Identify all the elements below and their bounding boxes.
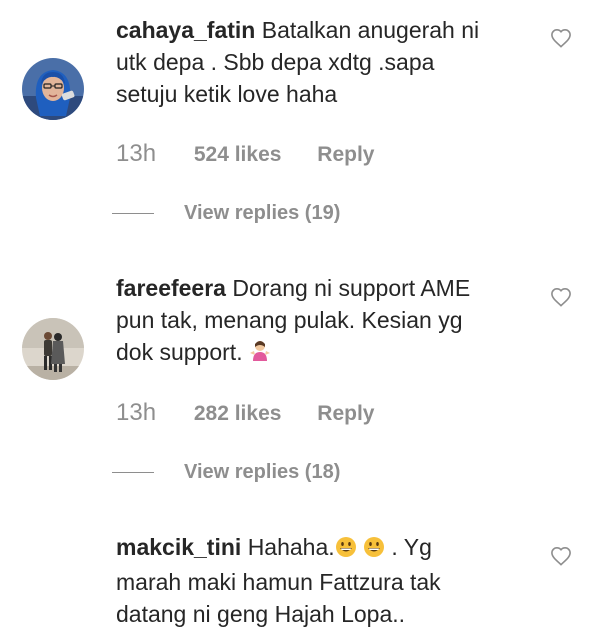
likes-count-button[interactable]: 282 likes <box>194 402 282 426</box>
comment-time: 13h <box>116 140 157 167</box>
avatar-hijab-woman-icon <box>22 58 84 120</box>
view-replies-button[interactable]: View replies (19) <box>112 202 340 225</box>
divider-line <box>112 213 154 215</box>
view-replies-label: View replies (19) <box>184 202 341 224</box>
heart-outline-icon[interactable] <box>550 287 572 307</box>
comment-body-start: Hahaha. <box>247 534 335 560</box>
person-shrugging-emoji-icon <box>249 339 271 371</box>
grinning-face-emoji-icon <box>335 534 357 566</box>
comment-text: fareefeera Dorang ni support AME pun tak… <box>116 272 536 371</box>
view-replies-button[interactable]: View replies (18) <box>112 461 340 484</box>
grinning-face-emoji-icon <box>363 534 385 566</box>
comment-text: makcik_tini Hahaha. . Yg marah maki hamu… <box>116 531 536 630</box>
avatar[interactable] <box>22 58 84 120</box>
comment-username[interactable]: cahaya_fatin <box>116 17 255 43</box>
reply-button[interactable]: Reply <box>317 402 374 426</box>
comment-meta: 13h 524 likes Reply <box>116 140 374 168</box>
reply-button[interactable]: Reply <box>317 143 374 167</box>
comment-text: cahaya_fatin Batalkan anugerah ni utk de… <box>116 14 536 110</box>
avatar-couple-icon <box>22 318 84 380</box>
divider-line <box>112 472 154 474</box>
avatar[interactable] <box>22 318 84 380</box>
heart-outline-icon[interactable] <box>550 546 572 566</box>
comment-meta: 13h 282 likes Reply <box>116 399 374 427</box>
likes-count-button[interactable]: 524 likes <box>194 143 282 167</box>
view-replies-label: View replies (18) <box>184 461 341 483</box>
comment-body-rest: marah maki hamun Fattzura tak datang ni … <box>116 569 441 627</box>
comment-body-line1-end: . Yg <box>385 534 432 560</box>
heart-outline-icon[interactable] <box>550 28 572 48</box>
comment-username[interactable]: makcik_tini <box>116 534 241 560</box>
comment-username[interactable]: fareefeera <box>116 275 226 301</box>
comment-time: 13h <box>116 399 157 426</box>
